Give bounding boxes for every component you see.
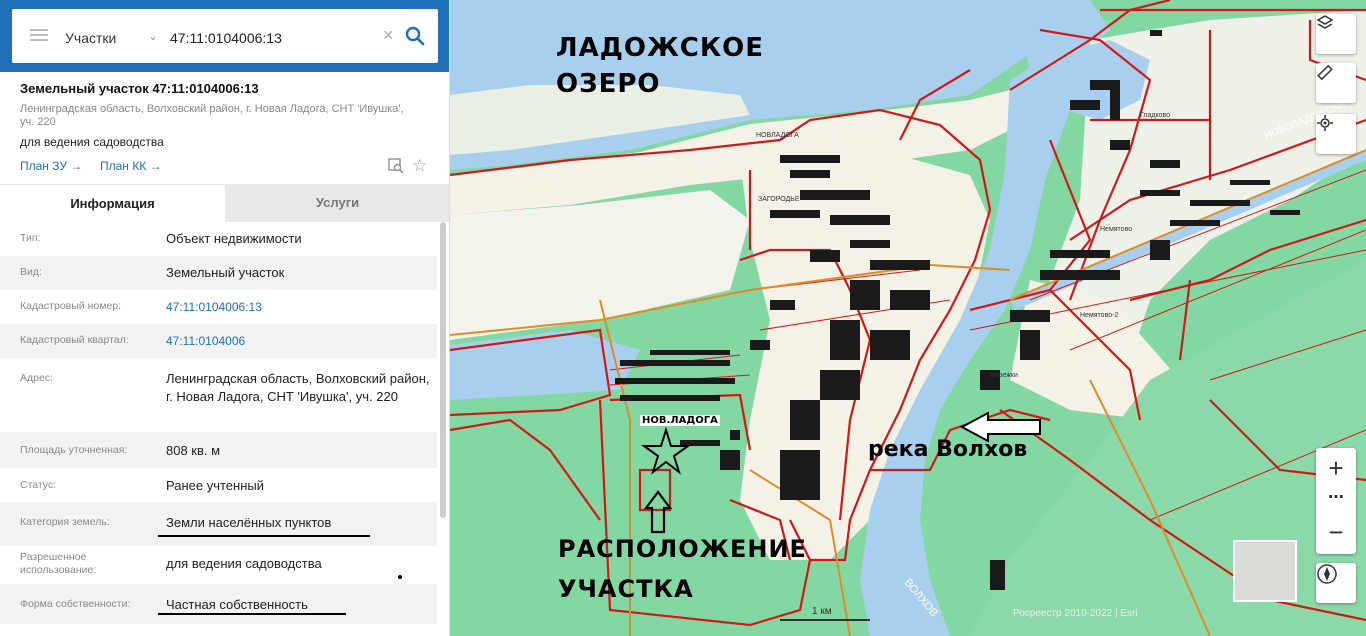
basemap-switcher[interactable] [1233,540,1297,602]
measure-button[interactable] [1316,63,1356,103]
site-location-label: РАСПОЛОЖЕНИЕ УЧАСТКА [558,535,807,603]
object-header: Земельный участок 47:11:0104006:13 Ленин… [0,72,449,184]
search-type-select[interactable]: Участки [65,30,116,46]
river-label: река Волхов [868,437,1028,462]
search-box: Участки ⌄ 47:11:0104006:13 × [12,9,438,63]
town-label: НОВ.ЛАДОГА [640,415,720,426]
tab-services[interactable]: Услуги [225,184,449,222]
property-value: Земельный участок [166,265,285,280]
property-value: Ленинградская область, Волховский район,… [166,371,430,404]
property-label: Категория земель: [20,516,110,528]
property-row: Разрешенное использование: для ведения с… [0,546,437,584]
lake-label: ЛАДОЖСКОЕ ОЗЕРО [556,33,764,99]
plan-zu-link[interactable]: План ЗУ → [20,159,82,173]
annotation-underline [158,535,370,537]
property-row: Категория земель: Земли населённых пункт… [0,502,437,546]
property-row: Вид: Земельный участок [0,256,437,290]
property-label: Форма собственности: [20,598,131,610]
search-input[interactable]: 47:11:0104006:13 [170,30,282,46]
zoom-in-button[interactable]: + [1316,452,1356,484]
property-value: Объект недвижимости [166,231,302,246]
menu-icon[interactable] [30,26,48,46]
compass-icon [1317,564,1337,584]
object-address: Ленинградская область, Волховский район,… [20,103,404,128]
property-label: Площадь уточненная: [20,444,128,456]
village-label: Гладково [1140,112,1171,119]
property-value: Ранее учтенный [166,478,264,493]
locate-button[interactable] [1316,114,1356,154]
village-label: Немятово-2 [1080,312,1119,319]
tab-information[interactable]: Информация [0,184,225,222]
layers-button[interactable] [1316,14,1356,54]
annotation-underline [158,613,346,615]
search-bar: Участки ⌄ 47:11:0104006:13 × [0,0,449,72]
property-row: Статус: Ранее учтенный [0,468,437,502]
compass-button[interactable] [1316,563,1356,603]
info-panel: Участки ⌄ 47:11:0104006:13 × Земельный у… [0,0,450,636]
zoom-controls: + ⋯ − [1316,448,1356,554]
panel-scrollbar[interactable] [440,222,446,518]
object-title: Земельный участок 47:11:0104006:13 [20,81,259,96]
zoom-out-button[interactable]: − [1316,514,1356,550]
property-label: Кадастровый квартал: [20,334,129,346]
property-row: Адрес: Ленинградская область, Волховский… [0,358,437,432]
layers-icon [1316,15,1334,29]
tab-bar: Информация Услуги [0,184,449,222]
property-row: Тип: Объект недвижимости [0,222,437,256]
cadastral-quarter-link[interactable]: 47:11:0104006 [166,332,431,350]
clear-icon[interactable]: × [383,25,394,46]
property-value: Земли населённых пунктов [166,515,332,530]
more-options-icon[interactable]: ⋯ [1316,486,1356,510]
property-label: Адрес: [20,372,53,384]
property-row: Кадастровый квартал: 47:11:0104006 [0,324,437,358]
chevron-down-icon[interactable]: ⌄ [148,29,158,43]
property-row: Форма собственности: Частная собственнос… [0,584,437,624]
object-purpose: для ведения садоводства [20,135,164,149]
property-value: для ведения садоводства [166,556,322,571]
cadastral-number-link[interactable]: 47:11:0104006:13 [166,298,431,316]
ruler-icon [1317,64,1333,81]
annotation-dot [398,575,402,579]
property-label: Разрешенное использование: [20,551,97,576]
plan-kk-link[interactable]: План КК → [100,159,162,173]
property-value: 808 кв. м [166,443,221,458]
show-on-map-icon[interactable] [388,158,404,174]
property-label: Статус: [20,479,57,491]
village-label: ЗАГОРОДЬЕ [758,196,800,203]
property-value: Частная собственность [166,597,308,612]
search-icon[interactable] [404,25,426,47]
scale-label: 1 км [812,606,832,617]
property-label: Тип: [20,232,41,244]
crosshair-icon [1317,115,1333,131]
property-row: Кадастровый номер: 47:11:0104006:13 [0,290,437,324]
village-label: Бережки [990,372,1018,379]
property-label: Вид: [20,266,42,278]
copyright-text: Росреестр 2010-2022 | Esri [1013,608,1138,619]
property-row: Площадь уточненная: 808 кв. м [0,432,437,468]
village-label: Немятово [1100,226,1133,233]
map-view[interactable]: ЛАДОЖСКОЕ ОЗЕРО река Волхов РАСПОЛОЖЕНИЕ… [450,0,1366,636]
village-label: НОВЛАДОГА [756,132,799,139]
favorite-star-icon[interactable]: ☆ [412,156,427,176]
property-label: Кадастровый номер: [20,300,122,312]
